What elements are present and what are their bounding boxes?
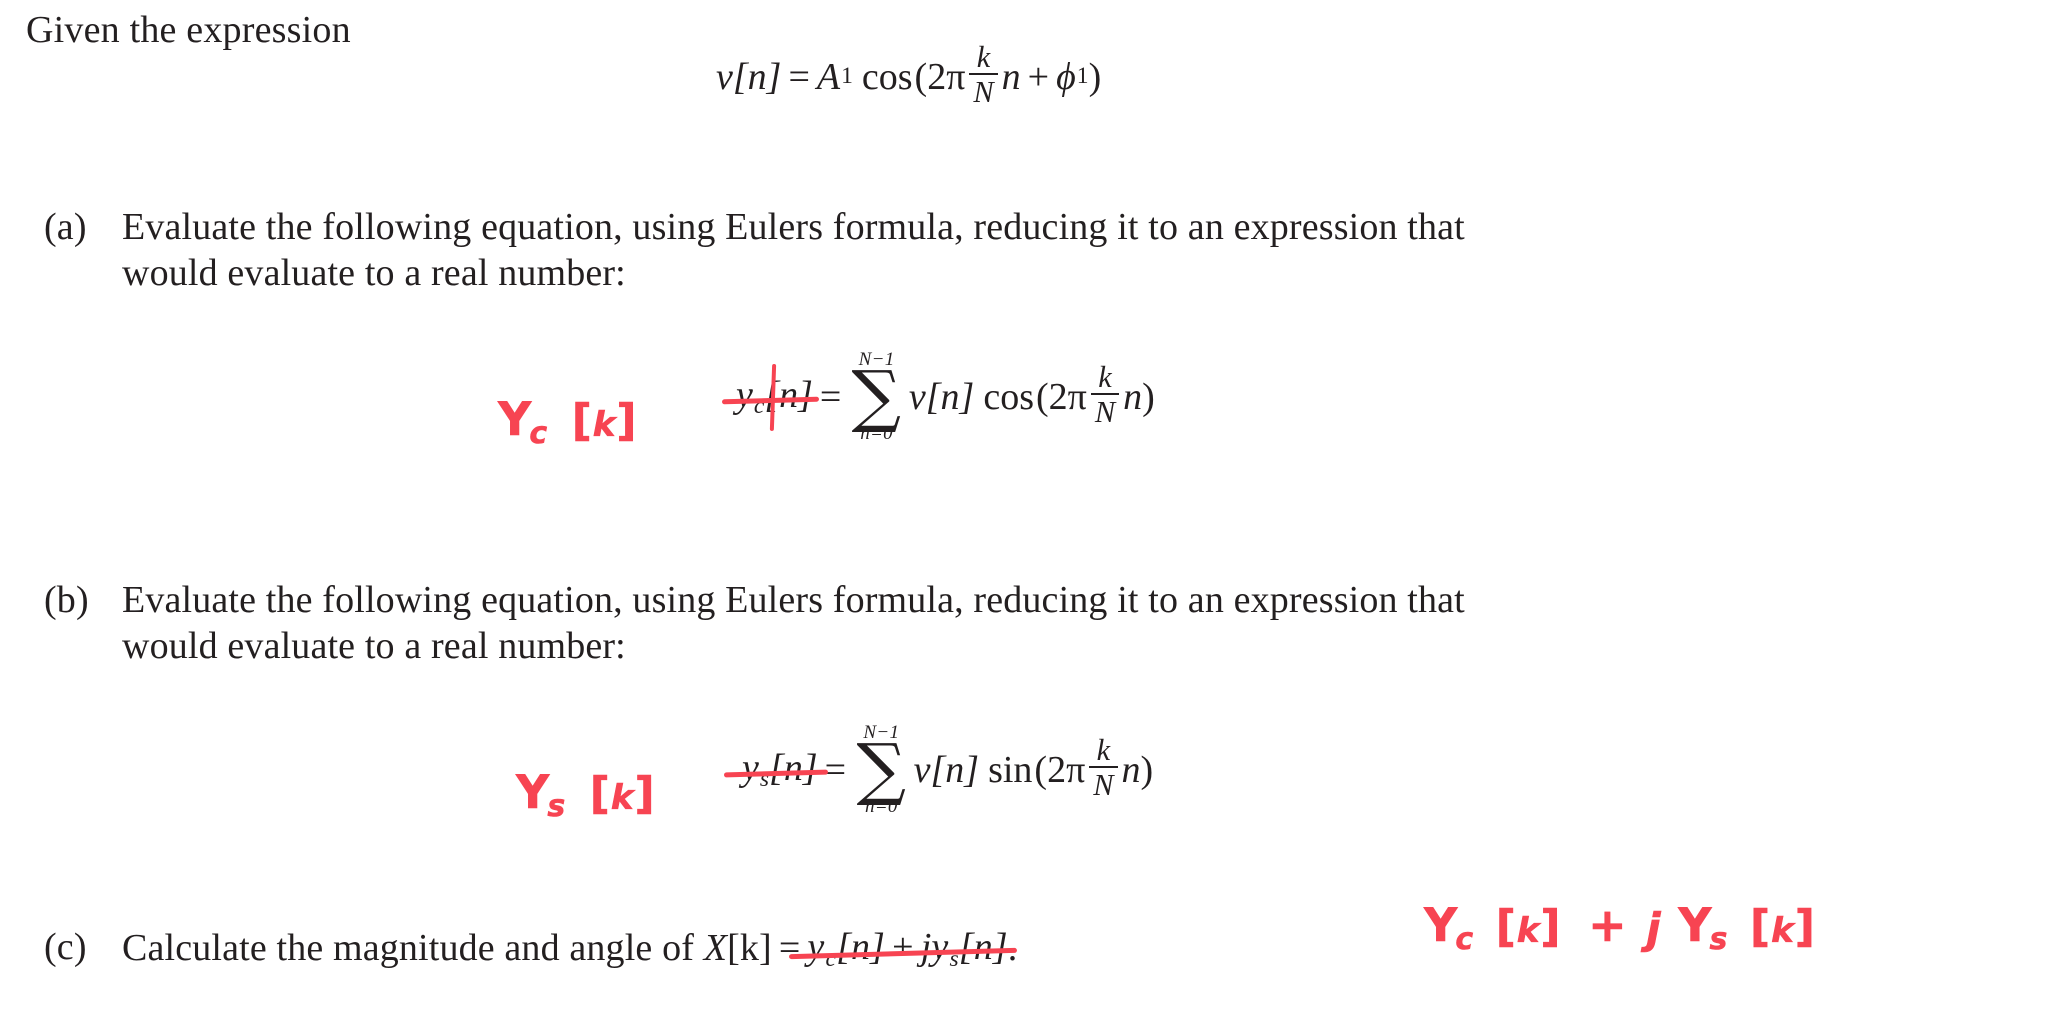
annotation-a-close-bracket: ] xyxy=(616,395,638,447)
equation-b-term: v[n] xyxy=(913,748,980,791)
annotation-a-index: k xyxy=(592,405,617,446)
main-eq-function: cos xyxy=(861,55,913,98)
item-b-marker: (b) xyxy=(44,579,89,621)
annotation-a: Yc [k] xyxy=(498,392,638,452)
main-eq-fraction: k N xyxy=(969,40,998,108)
annotation-c-open-bracket-2: [ xyxy=(1749,901,1772,953)
item-b-line-2: would evaluate to a real number: xyxy=(122,624,626,667)
equation-a-summation: N−1 ∑ n=0 xyxy=(851,350,902,443)
main-eq-lhs: v[n] xyxy=(716,55,782,98)
annotation-a-letter: Y xyxy=(498,392,533,447)
item-c-lhs-index: [k] xyxy=(727,927,772,970)
main-eq-close-paren: ) xyxy=(1088,55,1102,98)
item-b-body: Evaluate the following equation, using E… xyxy=(122,578,1465,669)
main-eq-plus: + xyxy=(1027,55,1050,98)
equation-b-frac-numerator: k xyxy=(1096,732,1111,767)
annotation-c-close-bracket-2: ] xyxy=(1794,901,1816,953)
annotation-c-imaginary-unit: j xyxy=(1646,904,1662,954)
annotation-b-close-bracket: ] xyxy=(634,768,656,820)
item-c-marker: (c) xyxy=(44,926,87,968)
item-c-equals: = xyxy=(778,927,801,970)
annotation-c-index-2: k xyxy=(1771,911,1795,952)
equation-b-function: sin xyxy=(988,748,1033,791)
item-a-body: Evaluate the following equation, using E… xyxy=(122,205,1465,296)
equation-b-frac-denominator: N xyxy=(1089,766,1118,800)
annotation-a-open-bracket: [ xyxy=(571,395,593,447)
main-eq-phase: ϕ xyxy=(1056,55,1076,98)
equation-a-two-pi: 2π xyxy=(1048,375,1087,418)
annotation-b-open-bracket: [ xyxy=(589,768,611,820)
main-eq-frac-denominator: N xyxy=(969,73,998,108)
item-c-line-1: Calculate the magnitude and angle of X [k… xyxy=(122,926,1017,972)
equation-a-variable: n xyxy=(1123,375,1143,418)
equation-a-term: v[n] xyxy=(908,375,975,418)
main-eq-phase-sub: 1 xyxy=(1076,63,1089,90)
item-c: (c) Calculate the magnitude and angle of… xyxy=(44,925,1017,973)
main-eq-amplitude: A xyxy=(816,55,841,98)
annotation-c-sub-1: c xyxy=(1455,922,1475,958)
equation-b-struck-lhs: ys[n] xyxy=(742,746,818,793)
annotation-b-letter: Y xyxy=(516,765,551,820)
equation-b-summation: N−1 ∑ n=0 xyxy=(856,723,907,816)
item-a-marker: (a) xyxy=(44,206,87,248)
equation-a-struck-lhs: yc[n] xyxy=(736,373,813,420)
annotation-c-letter-1: Y xyxy=(1424,898,1459,953)
equation-b-sum-symbol: ∑ xyxy=(856,730,907,809)
annotation-c-open-bracket-1: [ xyxy=(1495,901,1517,953)
equation-b-variable: n xyxy=(1121,748,1141,791)
equation-a-frac-denominator: N xyxy=(1090,393,1120,427)
item-b-line-1: Evaluate the following equation, using E… xyxy=(122,579,1465,621)
equation-a-frac-numerator: k xyxy=(1098,359,1112,394)
item-a-line-2: would evaluate to a real number: xyxy=(122,251,626,294)
main-eq-frac-numerator: k xyxy=(976,40,991,74)
equation-a-function: cos xyxy=(983,375,1034,418)
annotation-c-letter-2: Y xyxy=(1678,898,1713,953)
annotation-c-close-bracket-1: ] xyxy=(1540,901,1562,953)
item-c-text: Calculate the magnitude and angle of xyxy=(122,927,704,970)
annotation-c-index-1: k xyxy=(1516,911,1541,952)
main-eq-amplitude-sub: 1 xyxy=(841,63,853,90)
annotation-b: Ys [k] xyxy=(516,765,656,825)
main-eq-two-pi: 2π xyxy=(927,55,966,98)
annotation-c: Yc [k] + j Ys [k] xyxy=(1424,898,1816,958)
equation-a-sum-symbol: ∑ xyxy=(851,357,902,436)
item-c-inline-math: X [k] = yc[n] + jys[n]. xyxy=(704,925,1018,973)
equation-b-close-paren: ) xyxy=(1140,748,1154,791)
item-c-body: Calculate the magnitude and angle of X [k… xyxy=(122,925,1017,973)
main-equation: v[n] = A1 cos (2π k N n + ϕ 1) xyxy=(716,40,1102,110)
item-a-line-1: Evaluate the following equation, using E… xyxy=(122,206,1465,248)
equation-b-two-pi: 2π xyxy=(1047,748,1086,791)
main-eq-open-paren: ( xyxy=(914,55,928,98)
item-a: (a) Evaluate the following equation, usi… xyxy=(44,205,1465,296)
equation-a: yc[n] = N−1 ∑ n=0 v[n] cos (2π k N n) xyxy=(736,350,1155,443)
equation-b-fraction: k N xyxy=(1089,732,1118,801)
equation-b-open-paren: ( xyxy=(1034,748,1048,791)
main-eq-variable: n xyxy=(1001,55,1021,98)
document-page: Given the expression v[n] = A1 cos (2π k… xyxy=(0,0,2046,1013)
item-c-lhs: X xyxy=(703,927,728,970)
equation-b: ys[n] = N−1 ∑ n=0 v[n] sin (2π k N n) xyxy=(742,723,1153,816)
main-eq-equals: = xyxy=(788,55,810,98)
annotation-c-plus: + xyxy=(1588,898,1628,953)
intro-text: Given the expression xyxy=(26,9,351,51)
item-c-struck-expression: yc[n] + jys[n] xyxy=(807,926,1008,972)
item-b: (b) Evaluate the following equation, usi… xyxy=(44,578,1465,669)
equation-a-close-paren: ) xyxy=(1142,375,1155,418)
equation-a-open-paren: ( xyxy=(1036,375,1049,418)
equation-a-fraction: k N xyxy=(1090,359,1120,428)
equation-a-equals: = xyxy=(819,375,842,418)
annotation-b-index: k xyxy=(610,778,635,819)
annotation-b-sub: s xyxy=(547,789,567,825)
annotation-c-sub-2: s xyxy=(1709,922,1729,958)
equation-b-equals: = xyxy=(824,748,847,791)
annotation-a-sub: c xyxy=(529,416,549,452)
